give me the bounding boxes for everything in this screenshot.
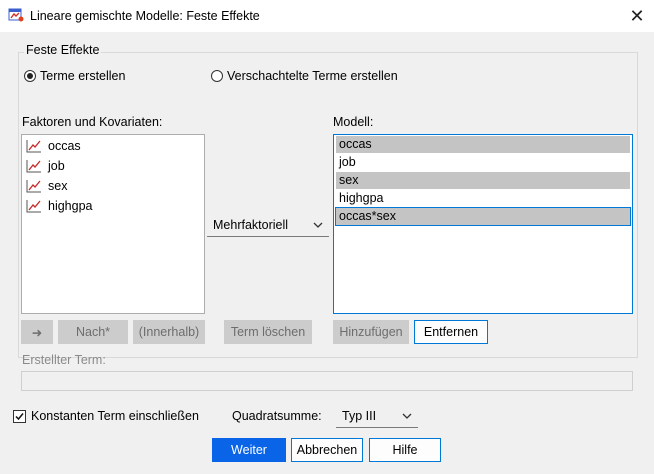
within-button[interactable]: (Innerhalb) — [133, 320, 205, 344]
window-title: Lineare gemischte Modelle: Feste Effekte — [30, 9, 260, 23]
radio-nested-terms-label: Verschachtelte Terme erstellen — [227, 69, 398, 83]
radio-unchecked-icon[interactable] — [211, 70, 223, 82]
scale-variable-icon — [26, 180, 41, 193]
checkmark-icon — [15, 412, 24, 420]
built-term-field[interactable] — [21, 371, 633, 391]
factors-listbox[interactable]: occas job sex highgpa — [21, 134, 205, 314]
factors-label: Faktoren und Kovariaten: — [22, 115, 163, 129]
group-legend: Feste Effekte — [24, 43, 102, 57]
term-type-dropdown[interactable]: Mehrfaktoriell — [207, 213, 329, 237]
radio-checked-icon[interactable] — [24, 70, 36, 82]
list-item[interactable]: sex — [336, 172, 630, 189]
list-item[interactable]: sex — [22, 176, 204, 196]
list-item[interactable]: occas*sex — [335, 207, 631, 226]
scale-variable-icon — [26, 160, 41, 173]
list-item[interactable]: highgpa — [22, 196, 204, 216]
move-arrow-button[interactable]: ➜ — [21, 320, 53, 344]
list-item[interactable]: occas — [336, 136, 630, 153]
app-icon — [8, 8, 24, 22]
sum-of-squares-value: Typ III — [342, 408, 377, 423]
scale-variable-icon — [26, 200, 41, 213]
sum-of-squares-dropdown[interactable]: Typ III — [336, 404, 418, 428]
add-button[interactable]: Hinzufügen — [333, 320, 409, 344]
chevron-down-icon — [402, 413, 412, 419]
term-type-value: Mehrfaktoriell — [213, 217, 289, 232]
list-item[interactable]: occas — [22, 136, 204, 156]
list-item[interactable]: highgpa — [336, 190, 630, 207]
continue-button[interactable]: Weiter — [212, 438, 286, 462]
list-item[interactable]: job — [22, 156, 204, 176]
model-label: Modell: — [333, 115, 374, 129]
built-term-label: Erstellter Term: — [22, 353, 106, 367]
sum-of-squares-label: Quadratsumme: — [232, 409, 322, 423]
intercept-checkbox-row[interactable]: Konstanten Term einschließen — [13, 409, 199, 423]
model-listbox[interactable]: occas job sex highgpa occas*sex — [333, 134, 633, 314]
clear-term-button[interactable]: Term löschen — [224, 320, 312, 344]
intercept-label: Konstanten Term einschließen — [31, 409, 199, 423]
radio-build-terms[interactable]: Terme erstellen — [24, 69, 125, 83]
list-item[interactable]: job — [336, 154, 630, 171]
close-icon[interactable]: ✕ — [624, 3, 650, 29]
arrow-right-icon: ➜ — [31, 325, 43, 340]
by-button[interactable]: Nach* — [58, 320, 128, 344]
radio-build-terms-label: Terme erstellen — [40, 69, 126, 83]
cancel-button[interactable]: Abbrechen — [291, 438, 363, 462]
radio-nested-terms[interactable]: Verschachtelte Terme erstellen — [211, 69, 398, 83]
help-button[interactable]: Hilfe — [369, 438, 441, 462]
remove-button[interactable]: Entfernen — [414, 320, 488, 344]
scale-variable-icon — [26, 140, 41, 153]
chevron-down-icon — [313, 222, 323, 228]
checkbox[interactable] — [13, 409, 26, 423]
